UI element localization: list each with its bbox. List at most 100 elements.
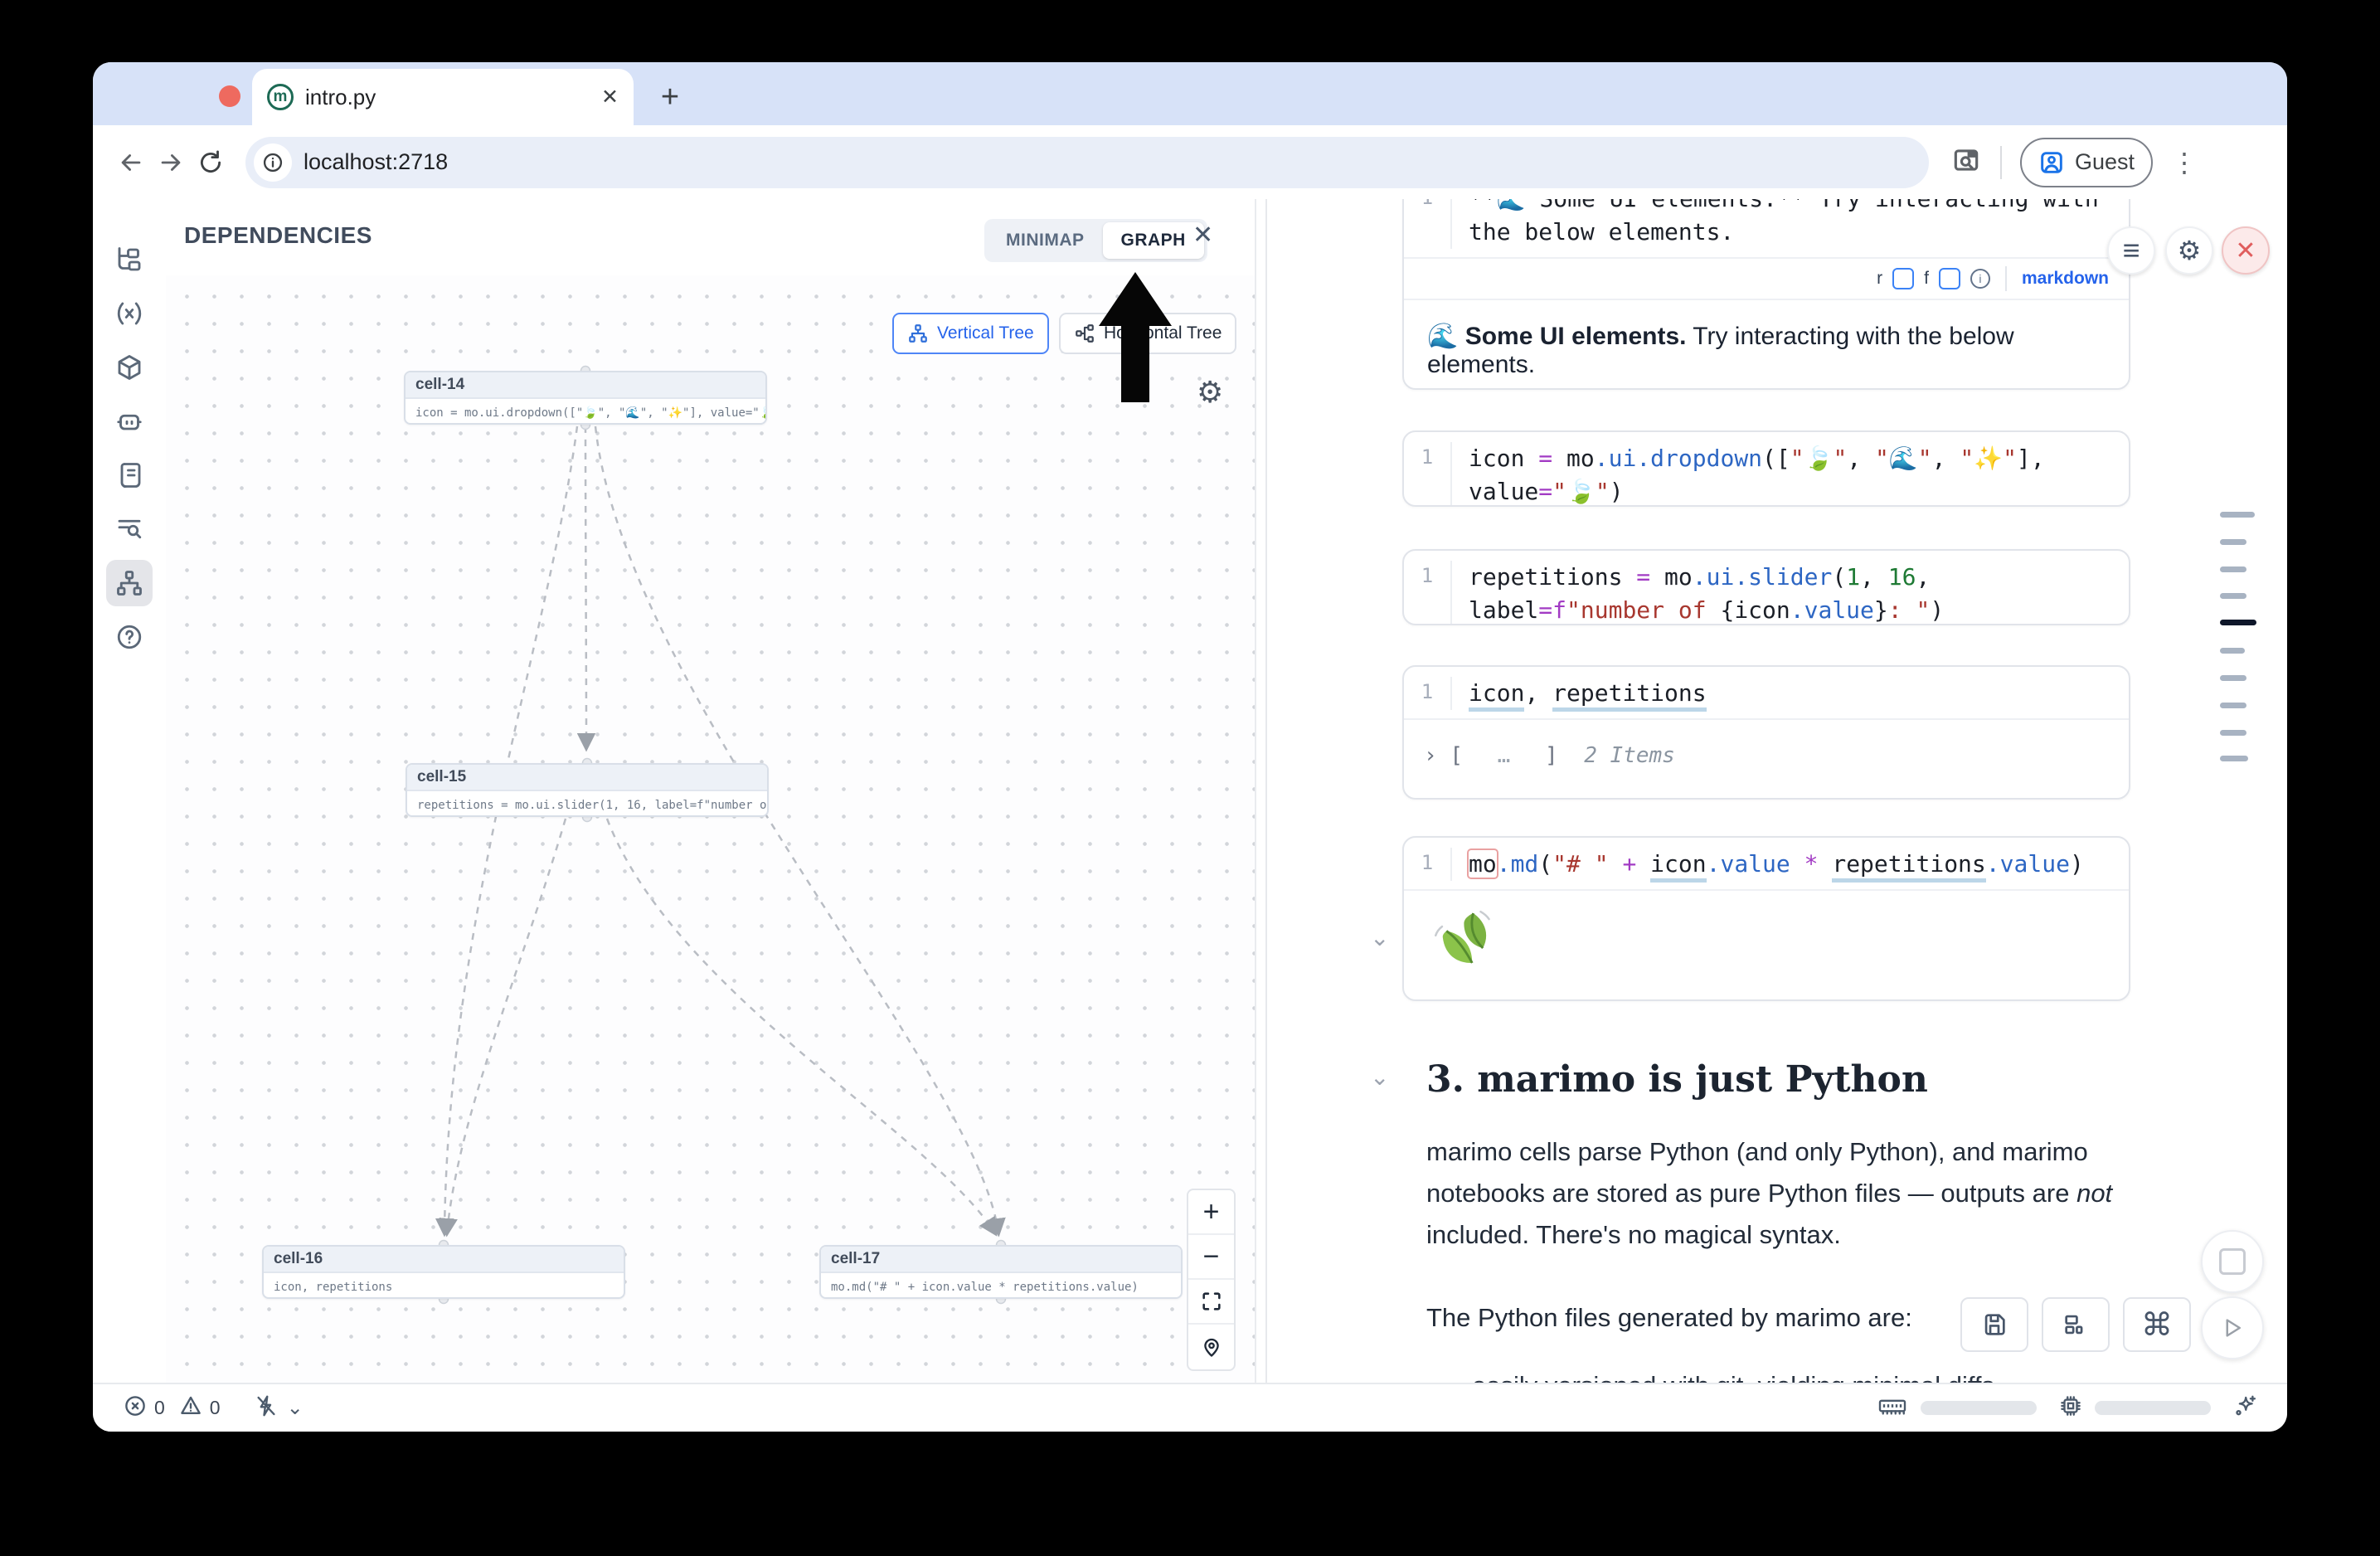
graph-settings-icon[interactable]: ⚙ — [1197, 375, 1223, 410]
notebook-menu-button[interactable]: ≡ — [2107, 226, 2155, 275]
graph-node-cell-14[interactable]: cell-14 icon = mo.ui.dropdown(["🍃", "🌊",… — [404, 371, 767, 425]
minimap-cell-marker[interactable] — [2220, 675, 2246, 681]
save-button[interactable] — [1960, 1297, 2028, 1352]
section-chevron-icon[interactable]: ⌄ — [1370, 1063, 1389, 1091]
vertical-tree-icon — [907, 323, 929, 344]
packages-icon[interactable] — [106, 344, 153, 391]
minimap-cell-marker[interactable] — [2220, 648, 2245, 654]
toggle-minimap[interactable]: MINIMAP — [988, 222, 1103, 259]
notebook-cell-markdown[interactable]: 1 **🌊 Some UI elements.** Try interactin… — [1402, 199, 2130, 390]
minimap-cell-marker[interactable] — [2220, 566, 2246, 572]
dependency-graph-canvas[interactable]: Vertical Tree Horizontal Tree ⚙ cell-14 … — [166, 275, 1255, 1383]
notebook-cell-dropdown[interactable]: 1 icon = mo.ui.dropdown(["🍃", "🌊", "✨"],… — [1402, 430, 2130, 507]
close-panel-icon[interactable]: ✕ — [1192, 221, 1213, 250]
line-number: 1 — [1404, 442, 1452, 507]
search-logs-icon[interactable] — [106, 506, 153, 552]
minimap-cell-marker[interactable] — [2220, 539, 2246, 545]
notebook-cell-tuple[interactable]: 1 icon, repetitions › [ … ] 2 Items — [1402, 665, 2130, 800]
warnings-icon[interactable] — [178, 1393, 203, 1422]
locate-pin-icon — [1200, 1335, 1223, 1359]
browser-menu-icon[interactable]: ⋮ — [2171, 147, 2198, 178]
menu-icon: ≡ — [2122, 233, 2140, 268]
snippets-icon[interactable] — [106, 452, 153, 498]
fit-view-button[interactable] — [1188, 1280, 1234, 1325]
toolbar-divider — [2000, 146, 2002, 179]
dependencies-icon[interactable] — [106, 560, 153, 606]
interrupt-button[interactable] — [2201, 1230, 2264, 1293]
notebook-cell-slider[interactable]: 1 repetitions = mo.ui.slider(1, 16, labe… — [1402, 549, 2130, 625]
bracket-close: ] — [1545, 743, 1558, 768]
items-count-label: 2 Items — [1584, 743, 1675, 768]
graph-node-cell-16[interactable]: cell-16 icon, repetitions — [262, 1245, 625, 1299]
graph-node-cell-17[interactable]: cell-17 mo.md("# " + icon.value * repeti… — [819, 1245, 1183, 1299]
minimap-cell-marker[interactable] — [2220, 703, 2246, 708]
minimap-cell-marker[interactable] — [2220, 593, 2246, 599]
zoom-out-button[interactable]: − — [1188, 1235, 1234, 1280]
profile-button[interactable]: Guest — [2020, 138, 2153, 187]
code-line: the below elements. — [1469, 216, 2099, 249]
annotation-arrow — [1092, 270, 1183, 409]
info-icon[interactable]: i — [1970, 269, 1990, 289]
vertical-tree-button[interactable]: Vertical Tree — [892, 313, 1049, 354]
browser-tab[interactable]: m intro.py ✕ — [252, 69, 634, 125]
graph-node-cell-15[interactable]: cell-15 repetitions = mo.ui.slider(1, 16… — [406, 763, 769, 817]
ai-sparkle-icon[interactable] — [2232, 1393, 2257, 1422]
profile-icon — [2038, 149, 2065, 176]
site-info-icon[interactable] — [254, 143, 292, 182]
node-title: cell-15 — [407, 765, 767, 791]
locate-button[interactable] — [1188, 1325, 1234, 1369]
cpu-usage-bar — [2095, 1401, 2211, 1415]
cell-output — [1404, 889, 2129, 999]
toggle-graph[interactable]: GRAPH — [1103, 222, 1204, 259]
collapse-chevron-icon[interactable]: ⌄ — [1370, 924, 1389, 951]
dependencies-header: DEPENDENCIES MINIMAP GRAPH ✕ — [166, 199, 1255, 277]
file-tree-icon[interactable] — [106, 236, 153, 283]
tab-search-icon[interactable] — [1950, 144, 1982, 180]
minimap-cell-marker-active[interactable] — [2220, 620, 2256, 625]
zoom-in-button[interactable]: + — [1188, 1190, 1234, 1235]
notebook-cell-md[interactable]: 1 mo.md("# " + icon.value * repetitions.… — [1402, 836, 2130, 1001]
tab-close-icon[interactable]: ✕ — [601, 85, 619, 109]
cell-output: 🌊 Some UI elements. Try interacting with… — [1404, 299, 2129, 390]
f-checkbox[interactable] — [1939, 268, 1960, 289]
ai-assistant-icon[interactable] — [106, 398, 153, 445]
layout-button[interactable] — [2042, 1297, 2110, 1352]
forward-icon[interactable] — [151, 143, 191, 182]
traffic-light-close[interactable] — [219, 85, 240, 107]
notebook-settings-button[interactable]: ⚙ — [2165, 226, 2213, 275]
panel-scrollbar[interactable] — [1265, 199, 1267, 1383]
run-button[interactable] — [2201, 1296, 2264, 1359]
chevron-down-icon[interactable]: ⌄ — [287, 1396, 304, 1420]
r-checkbox[interactable] — [1892, 268, 1914, 289]
back-icon[interactable] — [111, 143, 151, 182]
minimap-cell-marker[interactable] — [2220, 730, 2246, 736]
footer-f-label: f — [1924, 269, 1929, 289]
reload-icon[interactable] — [191, 143, 231, 182]
code-line: repetitions = mo.ui.slider(1, 16, — [1469, 561, 1944, 594]
language-badge[interactable]: markdown — [2022, 269, 2109, 289]
minimap-cell-marker[interactable] — [2220, 756, 2248, 761]
cell-output[interactable]: › [ … ] 2 Items — [1404, 718, 2129, 791]
line-number: 1 — [1404, 199, 1452, 249]
errors-icon[interactable] — [123, 1393, 148, 1422]
shortcuts-button[interactable]: ⌘ — [2123, 1297, 2191, 1352]
new-tab-button[interactable]: + — [650, 77, 690, 117]
leaf-emoji-output — [1427, 906, 1498, 977]
help-icon[interactable] — [106, 614, 153, 660]
variables-icon[interactable] — [106, 290, 153, 337]
url-bar[interactable]: localhost:2718 — [245, 137, 1929, 188]
status-bar: 0 0 ⌄ — [93, 1383, 2287, 1432]
code-editor[interactable]: 1 **🌊 Some UI elements.** Try interactin… — [1404, 199, 2129, 257]
minimap-cell-marker[interactable] — [2220, 512, 2255, 518]
tab-title: intro.py — [305, 85, 601, 110]
line-number: 1 — [1404, 561, 1452, 625]
screenshot-page: m intro.py ✕ + localhost:2718 Guest — [0, 0, 2380, 1556]
code-line: icon, repetitions — [1469, 677, 1707, 710]
cell-footer: r f i markdown — [1404, 257, 2129, 299]
footer-divider — [2005, 266, 2007, 291]
paragraph-line: notebooks are stored as pure Python file… — [1426, 1173, 2140, 1214]
errors-count: 0 — [154, 1397, 165, 1419]
expand-caret[interactable]: › — [1424, 743, 1437, 768]
shutdown-button[interactable]: ✕ — [2222, 226, 2270, 275]
autorun-disabled-icon[interactable] — [254, 1393, 279, 1422]
